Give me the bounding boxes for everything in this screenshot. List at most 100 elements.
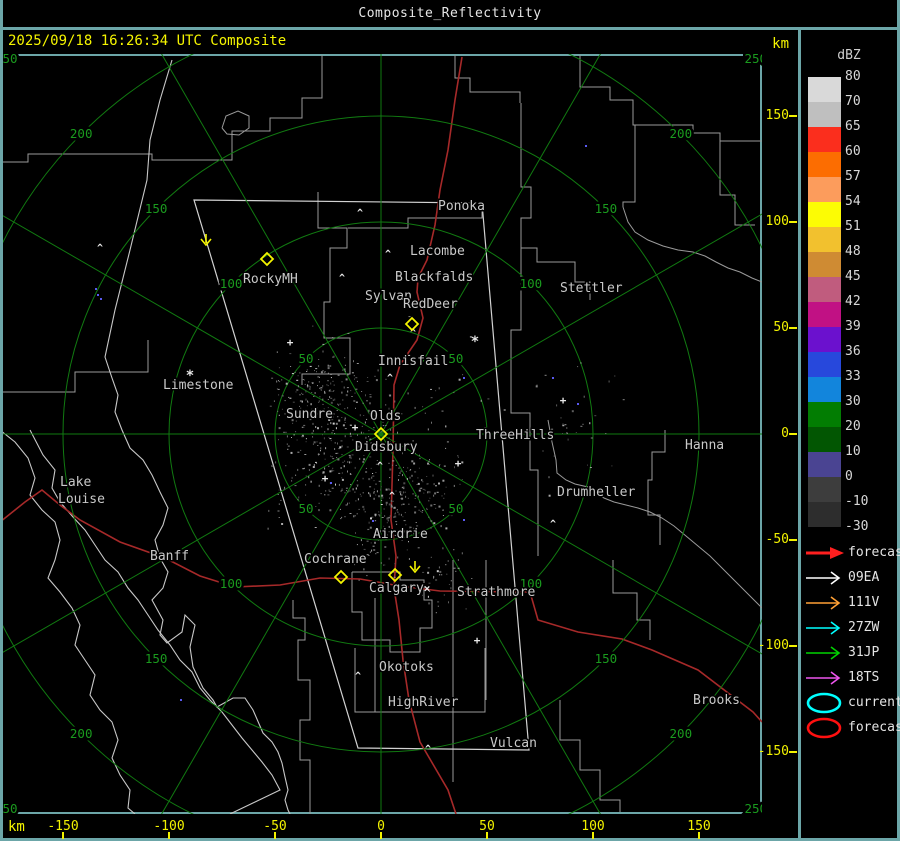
clutter-echo bbox=[355, 388, 358, 390]
clutter-echo bbox=[401, 497, 404, 500]
bottom-axis-tick-label: -50 bbox=[263, 819, 287, 834]
legend-symbol-111V bbox=[804, 591, 846, 615]
clutter-echo bbox=[330, 397, 333, 399]
clutter-echo bbox=[353, 400, 356, 402]
colorbar-value-label: 45 bbox=[845, 269, 861, 284]
clutter-echo bbox=[542, 450, 544, 452]
clutter-echo bbox=[442, 479, 445, 482]
clutter-echo bbox=[318, 365, 320, 368]
right-axis-tick-label: 50 bbox=[773, 320, 789, 335]
clutter-echo bbox=[401, 487, 403, 489]
clutter-echo bbox=[428, 516, 430, 518]
range-ring-label: 50 bbox=[448, 351, 463, 366]
clutter-echo bbox=[370, 542, 372, 544]
weak-echo-speck bbox=[463, 377, 465, 379]
colorbar-value-label: 80 bbox=[845, 69, 861, 84]
clutter-echo bbox=[442, 509, 444, 511]
clutter-echo bbox=[271, 465, 274, 467]
clutter-echo bbox=[369, 486, 372, 488]
map-symbol-caret: ^ bbox=[355, 671, 361, 682]
clutter-echo bbox=[571, 410, 574, 413]
clutter-echo bbox=[314, 392, 316, 394]
clutter-echo bbox=[453, 484, 455, 487]
city-label-limestone: Limestone bbox=[163, 378, 234, 393]
map-symbol-plus: + bbox=[474, 634, 481, 647]
radar-map-canvas[interactable]: 50 5050 50100 100100 100150 150150 150200 20020… bbox=[0, 54, 762, 814]
clutter-echo bbox=[331, 469, 333, 472]
clutter-echo bbox=[341, 488, 343, 490]
clutter-echo bbox=[447, 560, 449, 562]
right-axis-tick-label: 150 bbox=[765, 108, 789, 123]
clutter-echo bbox=[337, 403, 339, 405]
radar-site-marker[interactable] bbox=[333, 569, 349, 585]
clutter-echo bbox=[315, 506, 317, 507]
clutter-echo bbox=[345, 504, 348, 506]
clutter-echo bbox=[331, 487, 334, 489]
clutter-echo bbox=[296, 389, 299, 391]
clutter-echo bbox=[320, 389, 322, 391]
clutter-echo bbox=[301, 392, 302, 394]
clutter-echo bbox=[334, 398, 336, 401]
colorbar-swatch bbox=[808, 402, 841, 427]
clutter-echo bbox=[278, 517, 280, 518]
clutter-echo bbox=[385, 404, 387, 406]
clutter-echo bbox=[391, 504, 392, 506]
clutter-echo bbox=[438, 387, 440, 390]
clutter-echo bbox=[287, 448, 289, 450]
clutter-echo bbox=[342, 461, 344, 463]
clutter-echo bbox=[417, 547, 420, 549]
range-ring-label: 50 bbox=[299, 351, 314, 366]
clutter-echo bbox=[333, 384, 335, 386]
clutter-echo bbox=[277, 388, 280, 390]
legend-symbol-current bbox=[804, 691, 846, 715]
range-ring-label: 50 bbox=[448, 501, 463, 516]
clutter-echo bbox=[337, 374, 340, 376]
clutter-echo bbox=[417, 495, 419, 498]
clutter-echo bbox=[405, 524, 407, 526]
clutter-echo bbox=[371, 476, 373, 479]
map-symbol-star: * bbox=[186, 368, 194, 384]
clutter-echo bbox=[294, 485, 297, 487]
range-ring-label: 150 bbox=[595, 201, 618, 216]
clutter-echo bbox=[605, 433, 607, 434]
clutter-echo bbox=[380, 486, 382, 488]
clutter-echo bbox=[281, 395, 284, 397]
clutter-echo bbox=[422, 406, 424, 408]
clutter-echo bbox=[436, 491, 439, 493]
clutter-echo bbox=[443, 594, 445, 596]
clutter-echo bbox=[594, 415, 597, 417]
clutter-echo bbox=[351, 396, 353, 397]
clutter-echo bbox=[305, 390, 307, 393]
clutter-echo bbox=[289, 353, 292, 355]
clutter-echo bbox=[608, 380, 610, 383]
clutter-echo bbox=[428, 500, 430, 502]
clutter-echo bbox=[290, 451, 293, 454]
clutter-echo bbox=[461, 479, 463, 480]
clutter-echo bbox=[459, 483, 461, 485]
clutter-echo bbox=[370, 517, 372, 520]
clutter-echo bbox=[365, 394, 366, 397]
clutter-echo bbox=[365, 436, 367, 439]
clutter-echo bbox=[409, 476, 411, 479]
colorbar-value-label: 57 bbox=[845, 169, 861, 184]
clutter-echo bbox=[358, 579, 360, 581]
weak-echo-speck bbox=[463, 519, 465, 521]
right-axis-tick-mark bbox=[789, 539, 797, 541]
clutter-echo bbox=[304, 383, 306, 385]
clutter-echo bbox=[308, 469, 310, 471]
clutter-echo bbox=[303, 424, 306, 426]
clutter-echo bbox=[351, 454, 354, 456]
clutter-echo bbox=[297, 385, 299, 388]
clutter-echo bbox=[361, 425, 363, 427]
clutter-echo bbox=[343, 465, 345, 468]
clutter-echo bbox=[372, 475, 375, 477]
bottom-axis-tick-mark bbox=[62, 832, 64, 839]
clutter-echo bbox=[281, 408, 283, 410]
clutter-echo bbox=[427, 571, 430, 574]
clutter-echo bbox=[407, 467, 409, 469]
clutter-echo bbox=[356, 480, 358, 482]
clutter-echo bbox=[388, 557, 390, 560]
clutter-echo bbox=[291, 476, 293, 479]
clutter-echo bbox=[349, 513, 352, 514]
colorbar-swatch bbox=[808, 477, 841, 502]
